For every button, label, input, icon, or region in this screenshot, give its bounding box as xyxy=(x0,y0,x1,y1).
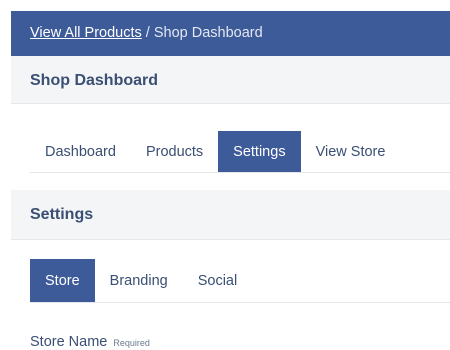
required-hint: Required xyxy=(113,338,150,348)
tab-store[interactable]: Store xyxy=(30,259,95,302)
tab-social[interactable]: Social xyxy=(183,259,253,302)
shop-dashboard-page: View All Products / Shop Dashboard Shop … xyxy=(0,0,450,350)
breadcrumb: View All Products / Shop Dashboard xyxy=(11,11,450,56)
tab-products[interactable]: Products xyxy=(131,131,218,172)
settings-tabs-divider xyxy=(30,302,450,303)
tab-dashboard[interactable]: Dashboard xyxy=(30,131,131,172)
breadcrumb-separator: / xyxy=(145,25,150,41)
settings-section-title: Settings xyxy=(11,190,450,240)
store-name-text: Store Name xyxy=(30,334,108,350)
tab-view-store[interactable]: View Store xyxy=(301,131,401,172)
tab-branding[interactable]: Branding xyxy=(95,259,183,302)
view-all-products-link[interactable]: View All Products xyxy=(30,25,142,41)
tab-settings[interactable]: Settings xyxy=(218,131,301,172)
store-name-label: Store Name Required xyxy=(30,334,150,350)
page-title: Shop Dashboard xyxy=(11,56,450,104)
breadcrumb-current: Shop Dashboard xyxy=(153,25,263,41)
dashboard-tabs-divider xyxy=(30,172,450,173)
dashboard-tabs: Dashboard Products Settings View Store xyxy=(30,131,400,172)
settings-tabs: Store Branding Social xyxy=(30,259,252,302)
